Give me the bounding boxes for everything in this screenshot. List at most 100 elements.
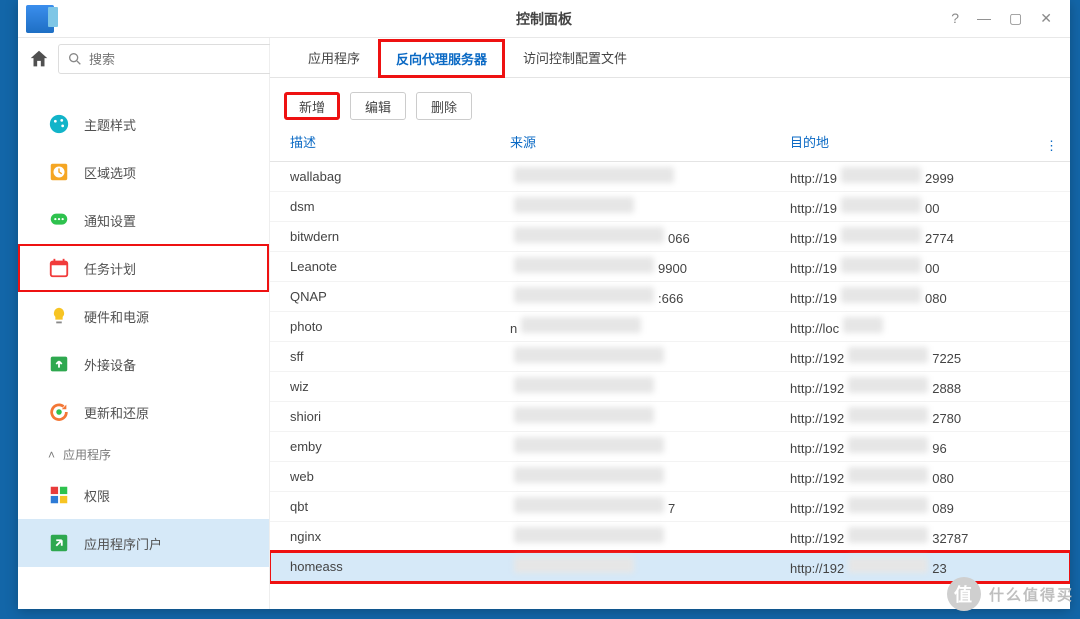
window-title: 控制面板	[516, 9, 572, 29]
add-button[interactable]: 新增	[284, 92, 340, 120]
close-icon[interactable]: ✕	[1040, 10, 1052, 27]
sidebar-item-label: 主题样式	[84, 115, 136, 134]
sidebar-item-label: 任务计划	[84, 259, 136, 278]
sidebar-item-label: 硬件和电源	[84, 307, 149, 326]
tab-reverse-proxy[interactable]: 反向代理服务器	[378, 39, 505, 78]
table-row[interactable]: shiori http://1922780	[270, 402, 1070, 432]
sidebar-item-theme[interactable]: 主题样式	[18, 100, 269, 148]
cell-src	[510, 167, 790, 186]
cell-dest: http://192774	[790, 227, 1070, 246]
search-box[interactable]	[58, 44, 274, 74]
sidebar-item-update[interactable]: 更新和还原	[18, 388, 269, 436]
chat-icon	[48, 209, 70, 231]
sidebar-item-external[interactable]: 外接设备	[18, 340, 269, 388]
cell-desc: wallabag	[290, 169, 510, 184]
cell-dest: http://1922780	[790, 407, 1070, 426]
cell-src	[510, 437, 790, 456]
table-row[interactable]: qbt7http://192089	[270, 492, 1070, 522]
column-menu-icon[interactable]: ⋮	[1045, 138, 1058, 154]
sidebar-item-label: 通知设置	[84, 211, 136, 230]
table-row[interactable]: homeass http://19223	[270, 552, 1070, 582]
cell-desc: emby	[290, 439, 510, 454]
toolbar: 新增 编辑 删除	[270, 78, 1070, 132]
table-row[interactable]: photonhttp://loc	[270, 312, 1070, 342]
cell-dest: http://192999	[790, 167, 1070, 186]
cell-desc: shiori	[290, 409, 510, 424]
grid-header: 描述 来源 目的地 ⋮	[270, 132, 1070, 162]
cell-src	[510, 347, 790, 366]
search-input[interactable]	[89, 52, 265, 67]
search-icon	[67, 51, 83, 67]
cell-dest: http://192080	[790, 467, 1070, 486]
cell-dest: http://19296	[790, 437, 1070, 456]
titlebar: 控制面板 ? — ▢ ✕	[18, 0, 1070, 38]
sidebar-item-label: 外接设备	[84, 355, 136, 374]
cell-src	[510, 407, 790, 426]
table-row[interactable]: emby http://19296	[270, 432, 1070, 462]
home-icon[interactable]	[28, 44, 50, 74]
cell-desc: dsm	[290, 199, 510, 214]
minimize-icon[interactable]: —	[977, 10, 991, 27]
table-row[interactable]: web http://192080	[270, 462, 1070, 492]
cell-src: n	[510, 317, 790, 336]
sidebar-item-portal[interactable]: 应用程序门户	[18, 519, 269, 567]
tabs: 应用程序反向代理服务器访问控制配置文件	[270, 38, 1070, 78]
edit-button[interactable]: 编辑	[350, 92, 406, 120]
sidebar-section-apps[interactable]: ˄应用程序	[18, 436, 269, 471]
delete-button[interactable]: 删除	[416, 92, 472, 120]
col-dest[interactable]: 目的地	[790, 132, 1070, 161]
bulb-icon	[48, 305, 70, 327]
table-row[interactable]: wizhttp://1922888	[270, 372, 1070, 402]
refresh-icon	[48, 401, 70, 423]
table-row[interactable]: QNAP:666http://19080	[270, 282, 1070, 312]
cell-desc: photo	[290, 319, 510, 334]
sidebar-item-perm[interactable]: 权限	[18, 471, 269, 519]
tab-apps[interactable]: 应用程序	[290, 38, 378, 77]
sidebar-item-notify[interactable]: 通知设置	[18, 196, 269, 244]
col-desc[interactable]: 描述	[290, 132, 510, 161]
control-panel-window: 控制面板 ? — ▢ ✕ 主题样式区域选项通知设置任务计划硬件和电源外接设备更新…	[18, 0, 1070, 609]
tab-acl[interactable]: 访问控制配置文件	[505, 38, 645, 77]
sidebar-item-label: 权限	[84, 486, 110, 505]
cell-src: :666	[510, 287, 790, 306]
table-row[interactable]: bitwdern066http://192774	[270, 222, 1070, 252]
cell-dest: http://19232787	[790, 527, 1070, 546]
sidebar-item-locale[interactable]: 区域选项	[18, 148, 269, 196]
cell-dest: http://loc	[790, 317, 1070, 336]
table-row[interactable]: nginxhttp://19232787	[270, 522, 1070, 552]
proxy-grid: 描述 来源 目的地 ⋮ wallabag http://192999 dsm http…	[270, 132, 1070, 609]
sidebar-item-label: 更新和还原	[84, 403, 149, 422]
table-row[interactable]: sffhttp://1927225	[270, 342, 1070, 372]
cell-src	[510, 557, 790, 576]
cell-src	[510, 197, 790, 216]
cell-dest: http://19080	[790, 287, 1070, 306]
cell-dest: http://1900	[790, 197, 1070, 216]
cell-desc: homeass	[290, 559, 510, 574]
cell-dest: http://1927225	[790, 347, 1070, 366]
cell-dest: http://1900	[790, 257, 1070, 276]
maximize-icon[interactable]: ▢	[1009, 10, 1022, 27]
table-row[interactable]: dsm http://1900	[270, 192, 1070, 222]
help-icon[interactable]: ?	[951, 10, 959, 27]
cell-desc: qbt	[290, 499, 510, 514]
clock-icon	[48, 161, 70, 183]
chevron-up-icon: ˄	[48, 448, 55, 462]
cell-desc: bitwdern	[290, 229, 510, 244]
col-src[interactable]: 来源	[510, 132, 790, 161]
sidebar-item-power[interactable]: 硬件和电源	[18, 292, 269, 340]
upload-icon	[48, 353, 70, 375]
cell-src: 066	[510, 227, 790, 246]
table-row[interactable]: wallabag http://192999	[270, 162, 1070, 192]
app-icon	[26, 5, 54, 33]
cell-desc: web	[290, 469, 510, 484]
sidebar-item-tasks[interactable]: 任务计划	[18, 244, 269, 292]
table-row[interactable]: Leanote9900http://1900	[270, 252, 1070, 282]
sidebar: 主题样式区域选项通知设置任务计划硬件和电源外接设备更新和还原 ˄应用程序权限应用程…	[18, 38, 270, 609]
cell-dest: http://1922888	[790, 377, 1070, 396]
cell-desc: Leanote	[290, 259, 510, 274]
cell-dest: http://19223	[790, 557, 1070, 576]
main-panel: 应用程序反向代理服务器访问控制配置文件 新增 编辑 删除 描述 来源 目的地 ⋮…	[270, 38, 1070, 609]
cell-desc: QNAP	[290, 289, 510, 304]
cell-src	[510, 467, 790, 486]
cell-src	[510, 527, 790, 546]
